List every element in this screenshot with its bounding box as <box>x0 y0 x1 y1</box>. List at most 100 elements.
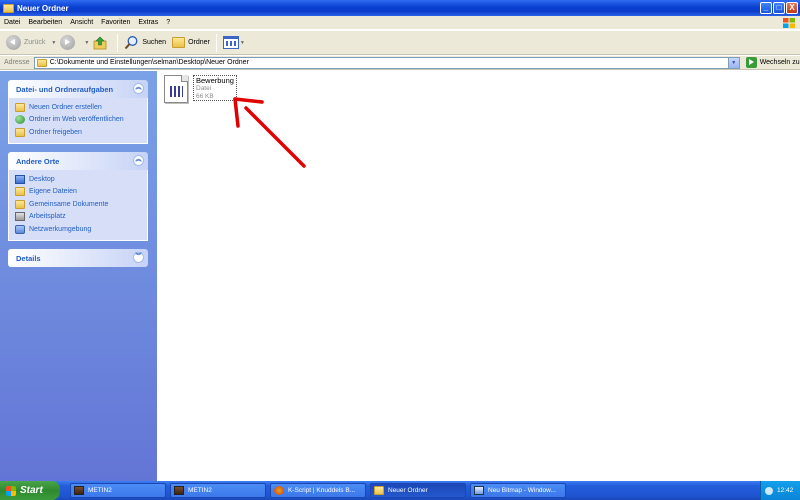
task-label: K-Script | Knuddels B... <box>288 487 356 494</box>
folder-icon <box>374 486 384 495</box>
place-desktop[interactable]: Desktop <box>15 173 141 186</box>
address-label: Adresse <box>4 59 30 66</box>
place-label: Netzwerkumgebung <box>29 225 92 233</box>
panel-title: Details <box>16 253 41 263</box>
taskbar-item-kscript[interactable]: K-Script | Knuddels B... <box>270 483 366 498</box>
task-share-folder[interactable]: Ordner freigeben <box>15 126 141 139</box>
forward-arrow-icon <box>60 35 76 50</box>
address-bar: Adresse C:\Dokumente und Einstellungen\s… <box>0 56 800 70</box>
views-icon <box>222 36 239 49</box>
up-button[interactable] <box>93 36 111 50</box>
search-icon <box>125 36 138 50</box>
address-dropdown-icon[interactable]: ▼ <box>727 57 739 68</box>
panel-body: Desktop Eigene Dateien Gemeinsame Dokume… <box>8 170 148 241</box>
collapse-chevron-icon[interactable]: ︽ <box>133 155 144 166</box>
place-network[interactable]: Netzwerkumgebung <box>15 223 141 236</box>
views-button[interactable]: ▼ <box>222 36 249 49</box>
menu-extras[interactable]: Extras <box>138 19 158 26</box>
place-shared-documents[interactable]: Gemeinsame Dokumente <box>15 198 141 211</box>
place-my-documents[interactable]: Eigene Dateien <box>15 186 141 199</box>
folders-label: Ordner <box>188 39 210 46</box>
folder-icon <box>3 3 14 13</box>
taskbar-item-metin2-2[interactable]: METIN2 <box>170 483 266 498</box>
globe-icon <box>15 115 25 125</box>
maximize-button[interactable]: □ <box>773 2 785 14</box>
place-my-computer[interactable]: Arbeitsplatz <box>15 211 141 224</box>
back-dropdown-icon[interactable]: ▼ <box>51 40 56 46</box>
toolbar-separator <box>215 33 217 52</box>
collapse-chevron-icon[interactable]: ︽ <box>133 83 144 94</box>
paint-icon <box>474 486 484 495</box>
panel-title: Datei- und Ordneraufgaben <box>16 84 114 94</box>
menu-bearbeiten[interactable]: Bearbeiten <box>28 19 62 26</box>
tray-icon[interactable] <box>765 486 773 495</box>
task-label: Neuen Ordner erstellen <box>29 103 102 111</box>
menu-help[interactable]: ? <box>166 19 170 26</box>
panel-header[interactable]: Details ︾ <box>8 249 148 267</box>
back-arrow-icon <box>6 35 21 50</box>
system-tray: 12:42 <box>760 481 800 500</box>
folders-icon <box>172 37 186 48</box>
toolbar-separator <box>117 33 119 52</box>
start-button[interactable]: Start <box>0 481 60 500</box>
folder-icon <box>36 58 47 67</box>
go-label: Wechseln zu <box>759 59 800 66</box>
menu-datei[interactable]: Datei <box>4 19 20 26</box>
close-button[interactable]: X <box>786 2 798 14</box>
back-button[interactable]: Zurück <box>6 35 45 50</box>
share-folder-icon <box>15 127 25 137</box>
taskbar-item-metin2[interactable]: METIN2 <box>70 483 166 498</box>
forward-button[interactable] <box>60 35 78 50</box>
computer-icon <box>15 212 25 222</box>
menu-ansicht[interactable]: Ansicht <box>70 19 93 26</box>
file-folder-tasks-panel: Datei- und Ordneraufgaben ︽ Neuen Ordner… <box>8 80 148 144</box>
address-value: C:\Dokumente und Einstellungen\selman\De… <box>49 59 249 66</box>
taskbar-item-neuer-ordner[interactable]: Neuer Ordner <box>370 483 466 498</box>
minimize-button[interactable]: _ <box>760 2 772 14</box>
task-publish-web[interactable]: Ordner im Web veröffentlichen <box>15 114 141 127</box>
address-input[interactable]: C:\Dokumente und Einstellungen\selman\De… <box>33 56 740 69</box>
my-documents-icon <box>15 187 25 197</box>
search-label: Suchen <box>142 39 167 46</box>
go-arrow-icon <box>745 57 757 68</box>
go-button[interactable]: Wechseln zu <box>745 57 800 68</box>
task-label: Ordner im Web veröffentlichen <box>29 116 124 124</box>
metin2-icon <box>74 486 84 495</box>
file-type: Datei <box>196 85 212 92</box>
task-label: Neuer Ordner <box>388 487 428 494</box>
forward-dropdown-icon[interactable]: ▼ <box>84 40 89 46</box>
panel-body: Neuen Ordner erstellen Ordner im Web ver… <box>8 98 148 144</box>
file-name: Bewerbung <box>196 76 234 85</box>
task-pane: Datei- und Ordneraufgaben ︽ Neuen Ordner… <box>0 71 157 481</box>
file-icon-pattern <box>170 86 183 97</box>
task-new-folder[interactable]: Neuen Ordner erstellen <box>15 101 141 114</box>
red-arrow-annotation <box>233 97 306 168</box>
file-info: Bewerbung Datei 66 KB <box>193 75 237 101</box>
folders-button[interactable]: Ordner <box>172 37 210 48</box>
taskbar-item-paint[interactable]: Neu Bitmap - Window... <box>470 483 566 498</box>
task-label: METIN2 <box>188 487 212 494</box>
toolbar: Zurück ▼ ▼ Suchen Ordner ▼ <box>0 31 800 55</box>
window-title: Neuer Ordner <box>17 3 69 13</box>
place-label: Gemeinsame Dokumente <box>29 200 109 208</box>
panel-header[interactable]: Datei- und Ordneraufgaben ︽ <box>8 80 148 98</box>
windows-logo-icon <box>783 18 795 28</box>
search-button[interactable]: Suchen <box>124 35 166 50</box>
task-label: Neu Bitmap - Window... <box>488 487 556 494</box>
title-bar[interactable]: Neuer Ordner _ □ X <box>0 0 800 16</box>
panel-title: Andere Orte <box>16 156 60 166</box>
menu-favoriten[interactable]: Favoriten <box>101 19 130 26</box>
clock[interactable]: 12:42 <box>777 487 793 494</box>
file-item[interactable]: Bewerbung Datei 66 KB <box>164 75 237 103</box>
file-size: 66 KB <box>196 93 214 100</box>
start-label: Start <box>20 485 43 496</box>
windows-flag-icon <box>6 485 16 496</box>
window-controls: _ □ X <box>760 2 798 14</box>
panel-header[interactable]: Andere Orte ︽ <box>8 152 148 170</box>
expand-chevron-icon[interactable]: ︾ <box>133 252 144 263</box>
views-dropdown-icon[interactable]: ▼ <box>240 40 245 46</box>
folder-up-icon <box>93 36 107 49</box>
metin2-icon <box>174 486 184 495</box>
place-label: Arbeitsplatz <box>29 213 66 221</box>
menu-bar: Datei Bearbeiten Ansicht Favoriten Extra… <box>0 16 800 30</box>
